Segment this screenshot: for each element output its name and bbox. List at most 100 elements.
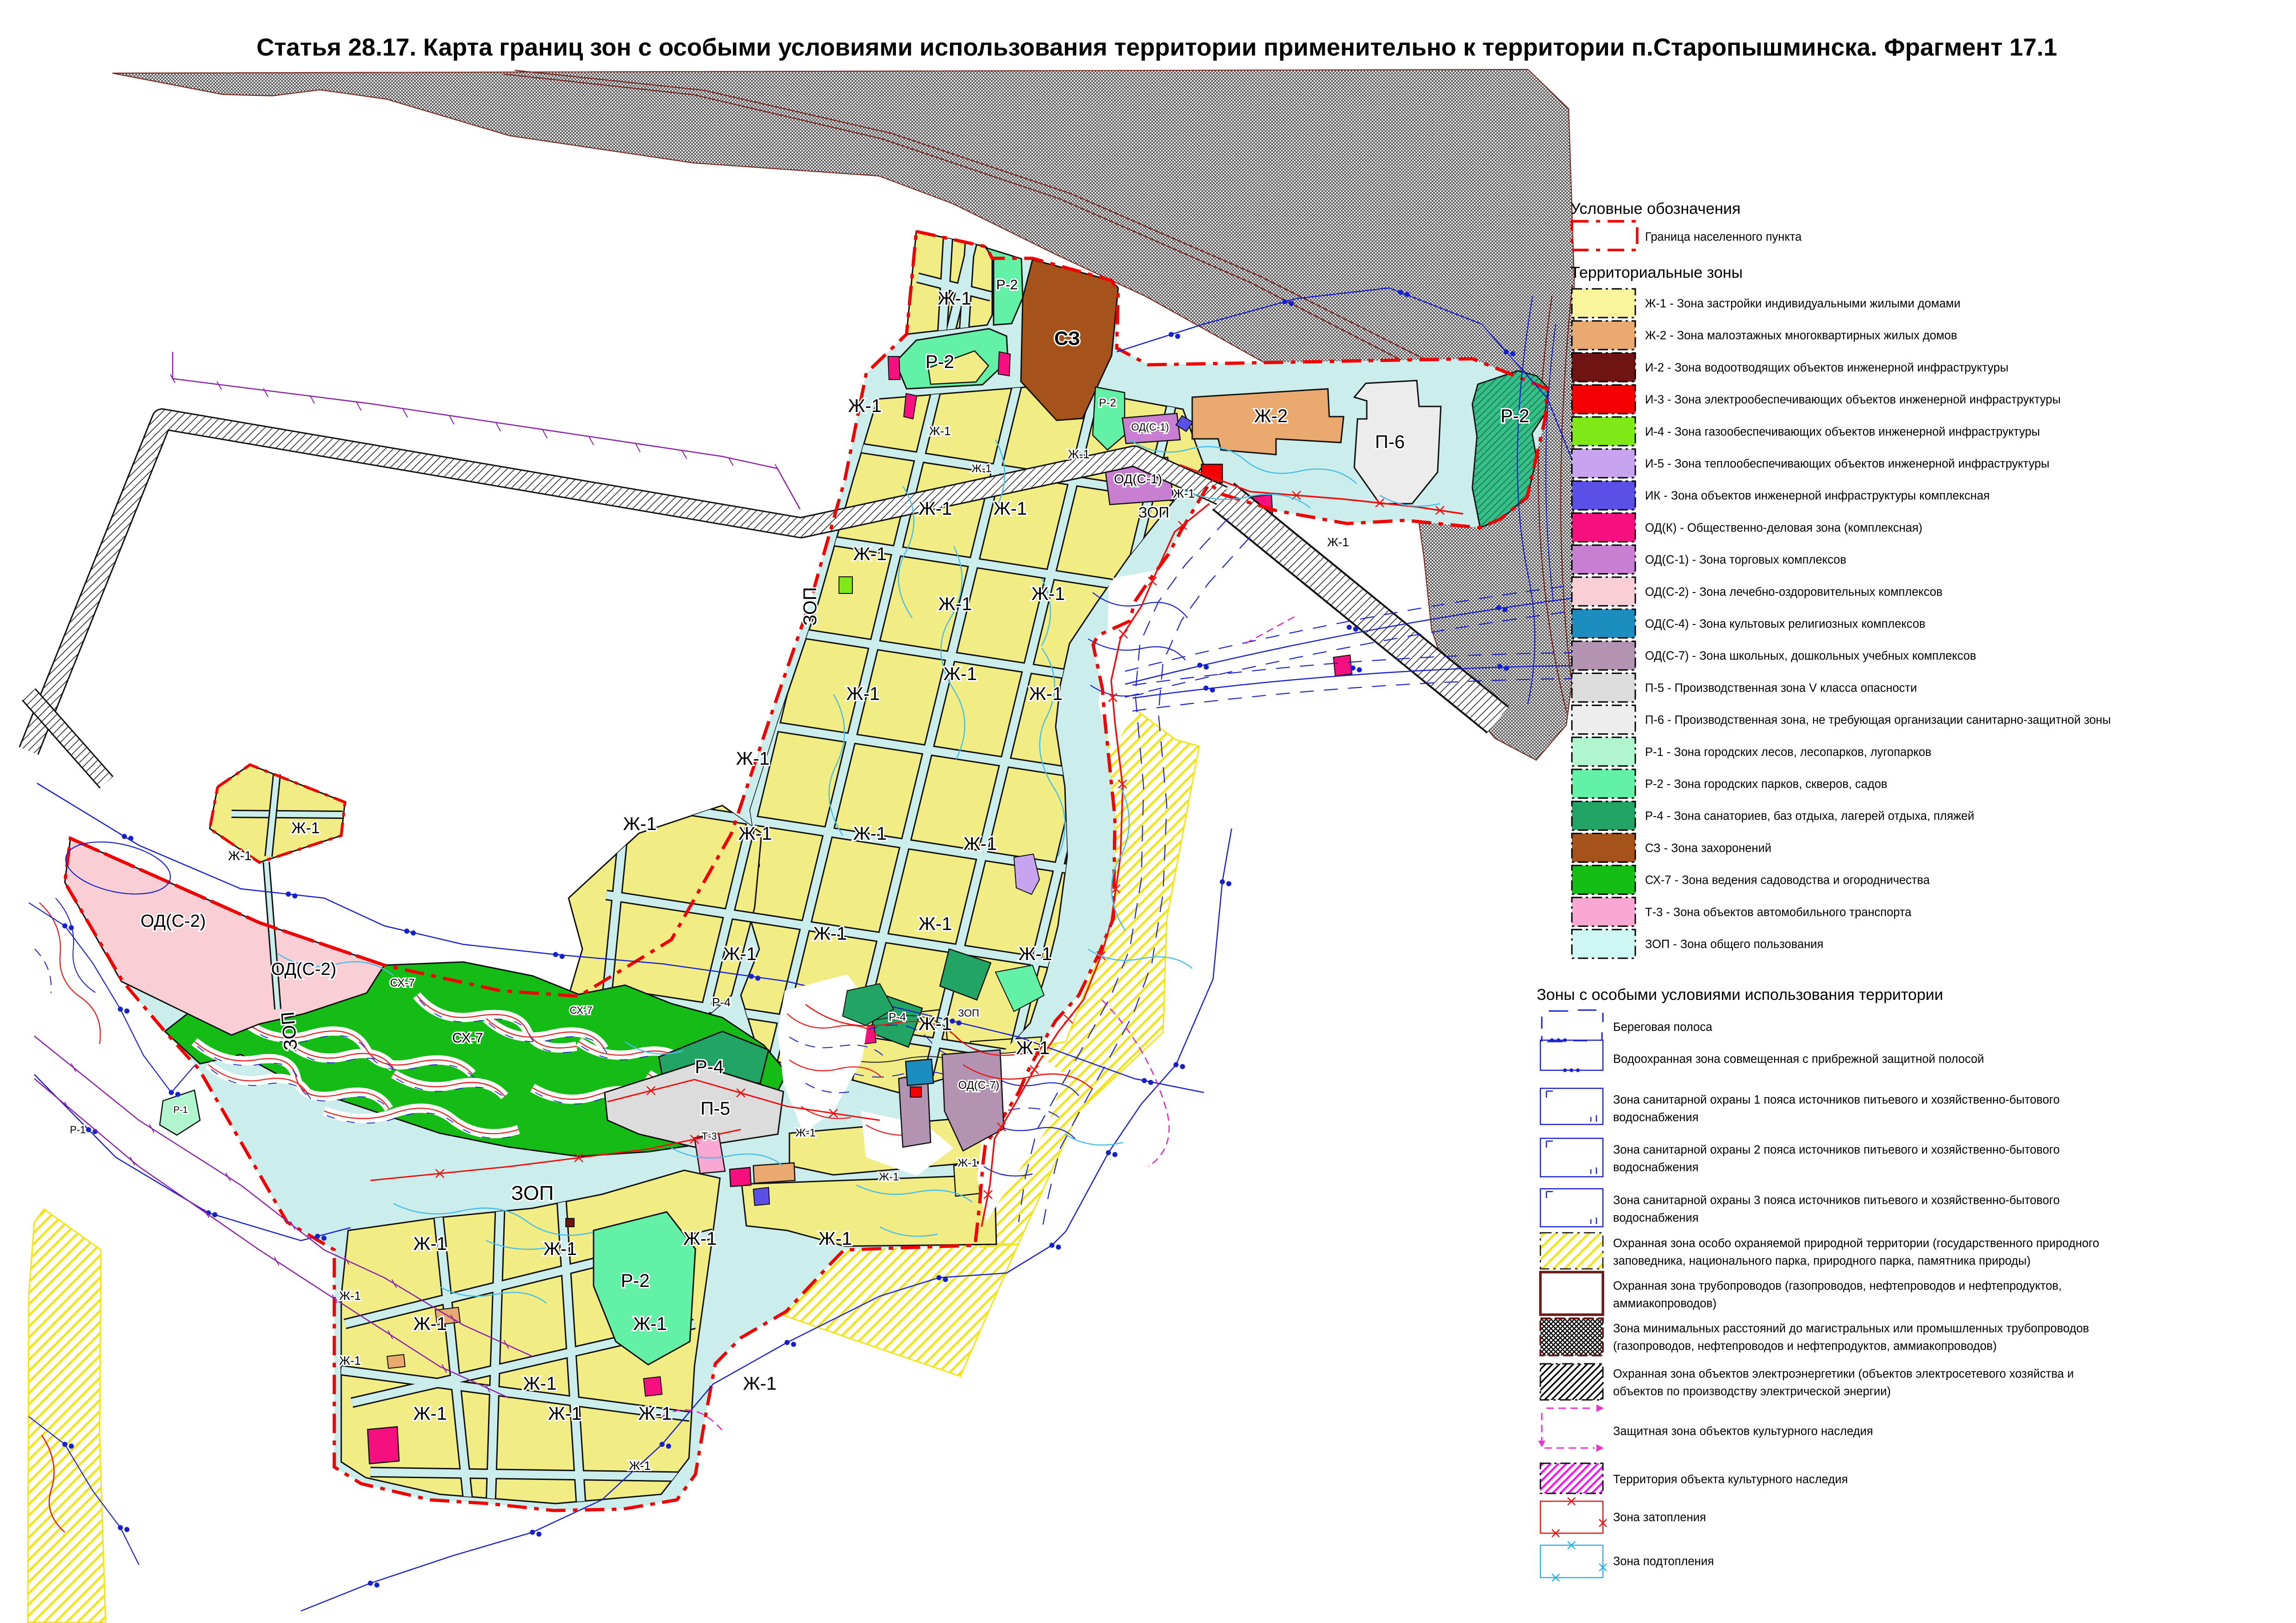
svg-text:Ж-1: Ж-1 xyxy=(853,544,887,564)
svg-text:Ж-1: Ж-1 xyxy=(848,396,882,416)
svg-text:Ж-1: Ж-1 xyxy=(1068,447,1089,461)
svg-text:Охранная зона особо охраняемой: Охранная зона особо охраняемой природной… xyxy=(1613,1237,2099,1250)
svg-text:Ж-1: Ж-1 xyxy=(957,1157,978,1169)
svg-text:водоснабжения: водоснабжения xyxy=(1613,1161,1699,1174)
svg-text:ОД(С-1): ОД(С-1) xyxy=(1131,421,1169,433)
svg-text:Р-2 - Зона городских парков, с: Р-2 - Зона городских парков, скверов, са… xyxy=(1645,778,1887,791)
svg-text:Зона санитарной охраны 2 пояса: Зона санитарной охраны 2 пояса источнико… xyxy=(1613,1143,2060,1156)
svg-text:СХ-7 - Зона ведения садоводств: СХ-7 - Зона ведения садоводства и огород… xyxy=(1645,874,1930,887)
svg-text:ОД(С-1): ОД(С-1) xyxy=(1114,472,1162,486)
svg-text:ОД(С-4) - Зона культовых религ: ОД(С-4) - Зона культовых религиозных ком… xyxy=(1645,618,1926,630)
svg-text:Ж-1: Ж-1 xyxy=(736,749,770,769)
svg-text:Ж-1: Ж-1 xyxy=(963,834,997,854)
svg-text:объектов по производству элект: объектов по производству электрической э… xyxy=(1613,1385,1891,1398)
svg-text:Ж-1: Ж-1 xyxy=(819,1229,852,1249)
svg-text:ОД(К) - Общественно-деловая зо: ОД(К) - Общественно-деловая зона (компле… xyxy=(1645,521,1922,534)
svg-text:Условные обозначения: Условные обозначения xyxy=(1570,200,1740,218)
svg-text:Ж-1: Ж-1 xyxy=(813,924,847,944)
svg-text:ЗОП: ЗОП xyxy=(1139,504,1170,521)
svg-text:ЗОП: ЗОП xyxy=(958,1007,979,1019)
svg-text:Т-3 - Зона объектов автомобиль: Т-3 - Зона объектов автомобильного транс… xyxy=(1645,906,1912,919)
svg-text:Ж-1: Ж-1 xyxy=(523,1373,557,1394)
svg-text:Ж-1: Ж-1 xyxy=(1019,944,1052,964)
svg-text:Ж-1: Ж-1 xyxy=(633,1314,667,1334)
svg-text:Охранная зона трубопроводов (г: Охранная зона трубопроводов (газопроводо… xyxy=(1613,1280,2062,1292)
svg-text:ЗОП - Зона общего пользования: ЗОП - Зона общего пользования xyxy=(1645,938,1823,951)
svg-text:Ж-1: Ж-1 xyxy=(994,499,1027,519)
svg-text:ЗОП: ЗОП xyxy=(800,587,820,626)
svg-text:Ж-1: Ж-1 xyxy=(795,1127,816,1139)
svg-text:Зона минимальных расстояний до: Зона минимальных расстояний до магистрал… xyxy=(1613,1322,2089,1335)
svg-text:Р-2: Р-2 xyxy=(1099,397,1116,409)
svg-text:Зона затопления: Зона затопления xyxy=(1613,1511,1706,1524)
svg-text:ЗОП: ЗОП xyxy=(511,1182,554,1205)
svg-text:ИК - Зона объектов инженерной: ИК - Зона объектов инженерной инфраструк… xyxy=(1645,489,1990,502)
svg-text:Ж-1: Ж-1 xyxy=(929,424,951,438)
svg-text:ОД(С-1) - Зона торговых компле: ОД(С-1) - Зона торговых комплексов xyxy=(1645,554,1846,567)
svg-text:Р-1: Р-1 xyxy=(173,1105,188,1115)
svg-text:Р-4: Р-4 xyxy=(695,1057,724,1077)
svg-text:Р-1 - Зона городских лесов, ле: Р-1 - Зона городских лесов, лесопарков, … xyxy=(1645,746,1932,759)
svg-text:Ж-1: Ж-1 xyxy=(919,499,952,519)
svg-text:ЗОП: ЗОП xyxy=(277,1011,301,1051)
svg-text:Ж-1: Ж-1 xyxy=(638,1404,672,1424)
svg-text:Зона санитарной охраны 1 пояса: Зона санитарной охраны 1 пояса источнико… xyxy=(1613,1093,2060,1106)
svg-text:ОД(С-2) - Зона лечебно-оздоров: ОД(С-2) - Зона лечебно-оздоровительных к… xyxy=(1645,586,1943,599)
svg-text:Ж-1: Ж-1 xyxy=(339,1354,361,1367)
svg-text:И-2 - Зона водоотводящих объек: И-2 - Зона водоотводящих объектов инжене… xyxy=(1645,361,2008,374)
svg-text:Р-2: Р-2 xyxy=(621,1271,650,1291)
svg-text:Охранная зона объектов электро: Охранная зона объектов электроэнергетики… xyxy=(1613,1367,2074,1380)
svg-text:Граница населенного пункта: Граница населенного пункта xyxy=(1645,231,1802,243)
svg-text:Ж-1: Ж-1 xyxy=(919,914,952,934)
svg-text:И-3 - Зона электрообеспечивающ: И-3 - Зона электрообеспечивающих объекто… xyxy=(1645,393,2061,406)
svg-text:Р-4: Р-4 xyxy=(888,1011,906,1024)
svg-text:Ж-1: Ж-1 xyxy=(629,1459,651,1473)
svg-text:П-5: П-5 xyxy=(701,1099,730,1119)
svg-text:Ж-1: Ж-1 xyxy=(879,1171,899,1183)
svg-text:Ж-1: Ж-1 xyxy=(971,462,992,475)
svg-text:СЗ - Зона захоронений: СЗ - Зона захоронений xyxy=(1645,842,1771,855)
svg-text:Ж-1: Ж-1 xyxy=(938,288,972,309)
svg-text:Т-3: Т-3 xyxy=(702,1130,717,1142)
svg-text:Ж-1: Ж-1 xyxy=(291,819,320,837)
svg-text:Ж-2 - Зона малоэтажных многокв: Ж-2 - Зона малоэтажных многоквартирных ж… xyxy=(1645,329,1957,342)
svg-text:Ж-1: Ж-1 xyxy=(853,824,887,844)
svg-text:Водоохранная зона совмещенная: Водоохранная зона совмещенная с прибрежн… xyxy=(1613,1053,1984,1066)
svg-text:Ж-1: Ж-1 xyxy=(623,814,657,834)
svg-text:ОД(С-2): ОД(С-2) xyxy=(271,960,337,979)
svg-text:Р-2: Р-2 xyxy=(1501,406,1529,426)
svg-text:П-5 - Производственная зона V: П-5 - Производственная зона V класса опа… xyxy=(1645,681,1917,694)
svg-text:водоснабжения: водоснабжения xyxy=(1613,1211,1699,1224)
svg-text:Ж-1: Ж-1 xyxy=(919,1014,952,1034)
svg-text:Ж-1: Ж-1 xyxy=(544,1239,577,1259)
svg-text:Ж-1: Ж-1 xyxy=(723,944,757,964)
svg-text:ОД(С-7): ОД(С-7) xyxy=(958,1079,999,1092)
svg-text:Ж-1: Ж-1 xyxy=(683,1229,717,1249)
svg-text:Р-2: Р-2 xyxy=(996,277,1018,293)
svg-text:Ж-1: Ж-1 xyxy=(339,1289,361,1303)
svg-text:ОД(С-2): ОД(С-2) xyxy=(141,911,206,931)
svg-text:Ж-1: Ж-1 xyxy=(944,664,977,684)
svg-text:водоснабжения: водоснабжения xyxy=(1613,1111,1699,1124)
svg-text:Ж-1 - Зона застройки индивидуа: Ж-1 - Зона застройки индивидуальными жил… xyxy=(1645,297,1960,310)
svg-text:И-5 - Зона теплообеспечивающих: И-5 - Зона теплообеспечивающих объектов … xyxy=(1645,457,2050,470)
svg-text:Р-4: Р-4 xyxy=(712,995,731,1009)
svg-text:Территория объекта культурного: Территория объекта культурного наследия xyxy=(1613,1473,1848,1486)
svg-text:Ж-1: Ж-1 xyxy=(228,849,252,863)
svg-text:Ж-1: Ж-1 xyxy=(738,824,772,844)
svg-text:Р-2: Р-2 xyxy=(926,352,954,372)
svg-text:аммиакопроводов): аммиакопроводов) xyxy=(1613,1297,1716,1310)
svg-text:Зона подтопления: Зона подтопления xyxy=(1613,1555,1714,1568)
svg-text:СХ-7: СХ-7 xyxy=(390,977,414,989)
svg-text:Ж-1: Ж-1 xyxy=(548,1404,582,1424)
svg-text:Ж-2: Ж-2 xyxy=(1254,406,1288,426)
svg-text:П-6 - Производственная зона, н: П-6 - Производственная зона, не требующа… xyxy=(1645,714,2111,727)
svg-text:Зоны с особыми условиями испол: Зоны с особыми условиями использования т… xyxy=(1537,986,1943,1004)
svg-text:СХ-7: СХ-7 xyxy=(570,1005,593,1016)
svg-text:Ж-1: Ж-1 xyxy=(413,1404,447,1424)
svg-text:ОД(С-7) - Зона школьных, дошко: ОД(С-7) - Зона школьных, дошкольных учеб… xyxy=(1645,649,1976,662)
svg-text:СХ-7: СХ-7 xyxy=(452,1030,483,1046)
svg-text:Ж-1: Ж-1 xyxy=(1016,1038,1050,1058)
svg-text:Р-1: Р-1 xyxy=(70,1124,86,1136)
svg-text:Р-4 - Зона санаториев, баз отд: Р-4 - Зона санаториев, баз отдыха, лагер… xyxy=(1645,810,1974,823)
